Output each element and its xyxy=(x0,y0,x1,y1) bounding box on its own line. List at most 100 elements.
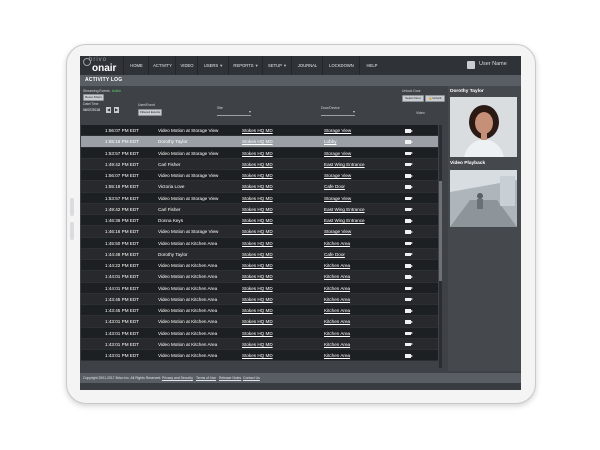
nav-item-setup[interactable]: SETUP▼ xyxy=(262,56,292,75)
device-link[interactable]: Kitchen Area xyxy=(324,271,350,282)
brivo-logo[interactable]: brivo onair xyxy=(83,57,121,74)
terms-link[interactable]: Terms of Use xyxy=(196,373,216,383)
video-camera-icon[interactable] xyxy=(405,230,413,234)
filtered-events-button[interactable]: Filtered Events xyxy=(138,109,162,116)
site-link[interactable]: Stokes HQ MD xyxy=(242,350,273,361)
table-scrollbar[interactable] xyxy=(439,125,442,368)
nav-item-activity[interactable]: ACTIVITY xyxy=(148,56,176,75)
nav-item-users[interactable]: USERS▼ xyxy=(197,56,229,75)
video-camera-icon[interactable] xyxy=(405,354,413,358)
video-camera-icon[interactable] xyxy=(405,241,413,245)
release-notes-link[interactable]: Release Notes xyxy=(219,373,241,383)
video-camera-icon[interactable] xyxy=(405,297,413,302)
site-link[interactable]: Stokes HQ MD xyxy=(242,238,273,249)
video-camera-icon[interactable] xyxy=(405,140,413,144)
select-door-button[interactable]: Select Door xyxy=(402,95,424,102)
video-camera-icon[interactable] xyxy=(405,207,413,212)
table-row[interactable]: 1:43:01 PM EDT Video Motion at Kitchen Ar… xyxy=(81,350,438,362)
table-row[interactable]: 1:44:48 PM EDT Dorothy Taylor Stokes HQ MD… xyxy=(81,248,438,260)
site-link[interactable]: Stokes HQ MD xyxy=(242,339,273,350)
nav-item-video[interactable]: VIDEO xyxy=(175,56,198,75)
video-camera-icon[interactable] xyxy=(405,286,413,290)
video-camera-icon[interactable] xyxy=(405,174,413,178)
device-link[interactable]: Kitchen Area xyxy=(324,283,350,294)
nav-item-help[interactable]: HELP xyxy=(359,56,384,75)
device-link[interactable]: Storage View xyxy=(324,193,351,204)
user-name[interactable]: User Name xyxy=(479,61,507,67)
scrollbar-thumb[interactable] xyxy=(439,181,442,281)
device-link[interactable]: Lobby xyxy=(324,136,337,147)
nav-item-home[interactable]: HOME xyxy=(123,56,149,75)
video-camera-icon[interactable] xyxy=(405,162,413,167)
device-link[interactable]: Storage View xyxy=(324,170,351,181)
table-row[interactable]: 1:56:07 PM EDT Video Motion at Storage Vi… xyxy=(81,170,438,182)
site-link[interactable]: Stokes HQ MD xyxy=(242,215,273,226)
site-link[interactable]: Stokes HQ MD xyxy=(242,305,273,316)
table-row[interactable]: 1:46:16 PM EDT Video Motion at Storage Vi… xyxy=(81,226,438,238)
site-link[interactable]: Stokes HQ MD xyxy=(242,159,273,170)
device-link[interactable]: East Wing Entrance xyxy=(324,215,365,226)
device-link[interactable]: East Wing Entrance xyxy=(324,159,365,170)
privacy-link[interactable]: Privacy and Security xyxy=(162,373,193,383)
video-camera-icon[interactable] xyxy=(405,151,413,155)
device-link[interactable]: Kitchen Area xyxy=(324,294,350,305)
device-link[interactable]: Kitchen Area xyxy=(324,316,350,327)
table-row[interactable]: 1:43:01 PM EDT Video Motion at Kitchen Ar… xyxy=(81,338,438,350)
table-row[interactable]: 1:44:01 PM EDT Video Motion at Kitchen Ar… xyxy=(81,282,438,294)
video-camera-icon[interactable] xyxy=(405,342,413,347)
table-row[interactable]: 1:56:07 PM EDT Video Motion at Storage Vi… xyxy=(81,125,438,137)
video-camera-icon[interactable] xyxy=(405,196,413,200)
video-camera-icon[interactable] xyxy=(405,331,413,335)
site-link[interactable]: Stokes HQ MD xyxy=(242,193,273,204)
device-link[interactable]: Cafe Door xyxy=(324,249,345,260)
device-link[interactable]: Kitchen Area xyxy=(324,238,350,249)
date-input[interactable]: 06/07/2018 xyxy=(83,108,100,112)
site-link[interactable]: Stokes HQ MD xyxy=(242,283,273,294)
video-camera-icon[interactable] xyxy=(405,185,413,189)
table-row[interactable]: 1:45:50 PM EDT Video Motion at Kitchen Ar… xyxy=(81,237,438,249)
device-link[interactable]: Kitchen Area xyxy=(324,350,350,361)
table-row[interactable]: 1:49:42 PM EDT Carl Fisher Stokes HQ MD Eas… xyxy=(81,203,438,215)
video-playback-player[interactable] xyxy=(450,170,517,227)
site-dropdown[interactable]: ▾ xyxy=(217,109,251,116)
table-row[interactable]: 1:43:45 PM EDT Video Motion at Kitchen Ar… xyxy=(81,293,438,305)
video-camera-icon[interactable] xyxy=(405,320,413,324)
table-row[interactable]: 1:49:42 PM EDT Carl Fisher Stokes HQ MD Eas… xyxy=(81,158,438,170)
site-link[interactable]: Stokes HQ MD xyxy=(242,294,273,305)
table-row[interactable]: 1:53:57 PM EDT Video Motion at Storage Vi… xyxy=(81,192,438,204)
table-row[interactable]: 1:44:22 PM EDT Video Motion at Kitchen Ar… xyxy=(81,260,438,272)
table-row[interactable]: 1:46:36 PM EDT Donna Keys Stokes HQ MD East… xyxy=(81,215,438,227)
site-link[interactable]: Stokes HQ MD xyxy=(242,260,273,271)
device-link[interactable]: Kitchen Area xyxy=(324,328,350,339)
device-link[interactable]: East Wing Entrance xyxy=(324,204,365,215)
device-link[interactable]: Cafe Door xyxy=(324,181,345,192)
table-row[interactable]: 1:43:01 PM EDT Video Motion at Kitchen Ar… xyxy=(81,316,438,328)
site-link[interactable]: Stokes HQ MD xyxy=(242,181,273,192)
site-link[interactable]: Stokes HQ MD xyxy=(242,204,273,215)
door-device-dropdown[interactable]: ▾ xyxy=(321,109,355,116)
table-row[interactable]: 1:55:18 PM EDT Victoria Love Stokes HQ MD C… xyxy=(81,181,438,193)
site-link[interactable]: Stokes HQ MD xyxy=(242,148,273,159)
user-avatar-icon[interactable] xyxy=(467,61,475,69)
table-row[interactable]: 1:43:45 PM EDT Video Motion at Kitchen Ar… xyxy=(81,305,438,317)
nav-item-journal[interactable]: JOURNAL xyxy=(291,56,323,75)
site-link[interactable]: Stokes HQ MD xyxy=(242,316,273,327)
site-link[interactable]: Stokes HQ MD xyxy=(242,226,273,237)
previous-date-button[interactable]: ◀ xyxy=(106,107,111,113)
nav-item-reports[interactable]: REPORTS▼ xyxy=(228,56,263,75)
site-link[interactable]: Stokes HQ MD xyxy=(242,170,273,181)
device-link[interactable]: Storage View xyxy=(324,148,351,159)
device-link[interactable]: Kitchen Area xyxy=(324,260,350,271)
device-link[interactable]: Storage View xyxy=(324,226,351,237)
device-link[interactable]: Kitchen Area xyxy=(324,339,350,350)
contact-link[interactable]: Contact Us xyxy=(243,373,260,383)
unlock-button[interactable]: 🔓Unlock xyxy=(425,95,445,102)
table-row[interactable]: 1:43:01 PM EDT Video Motion at Kitchen Ar… xyxy=(81,327,438,339)
device-link[interactable]: Storage View xyxy=(324,125,351,136)
site-link[interactable]: Stokes HQ MD xyxy=(242,249,273,260)
site-link[interactable]: Stokes HQ MD xyxy=(242,328,273,339)
reset-filters-button[interactable]: Reset Filters xyxy=(83,94,104,101)
device-link[interactable]: Kitchen Area xyxy=(324,305,350,316)
video-camera-icon[interactable] xyxy=(405,252,413,257)
site-link[interactable]: Stokes HQ MD xyxy=(242,271,273,282)
